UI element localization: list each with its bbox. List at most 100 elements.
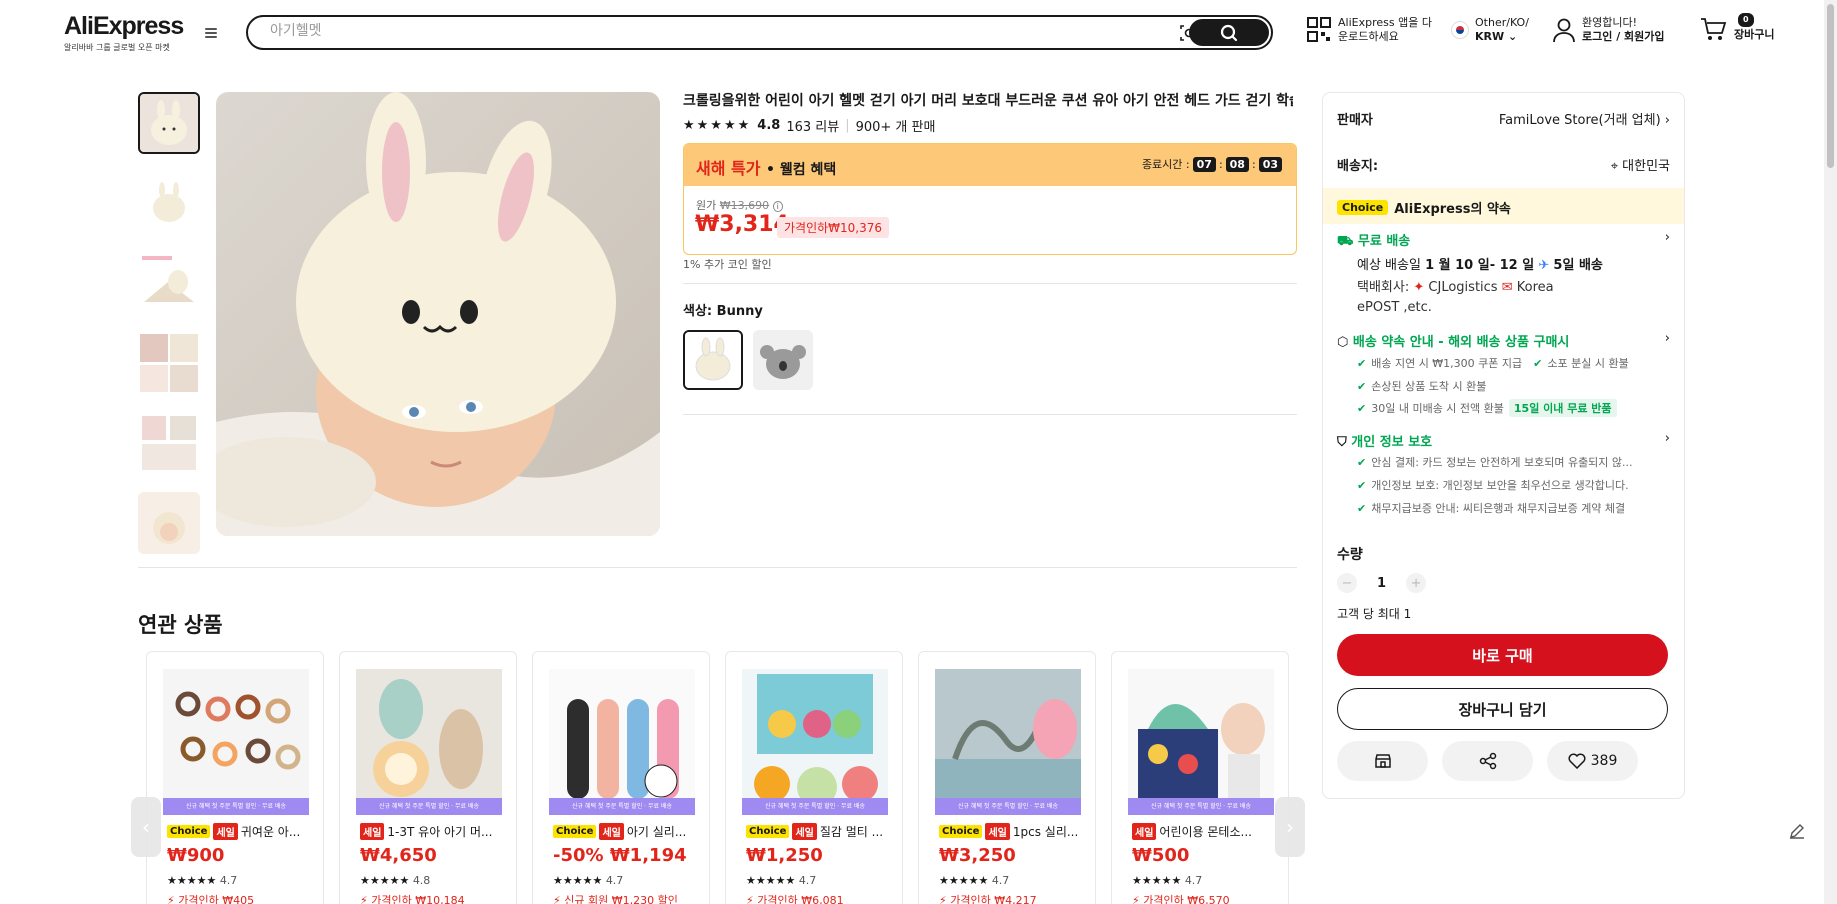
share-button[interactable]	[1442, 741, 1533, 781]
free-return-tag: 15일 이내 무료 반품	[1508, 399, 1617, 417]
related-product-card[interactable]: 신규 혜택 첫 주문 특별 할인 · 무료 배송 세일 어린이용 몬테소... ₩…	[1111, 651, 1289, 904]
shield-check-icon: ⛉	[1337, 435, 1347, 450]
review-count[interactable]: 163 리뷰	[786, 116, 839, 135]
search-icon	[1220, 24, 1238, 41]
timer-hours: 07	[1192, 156, 1216, 172]
related-products-title: 연관 상품	[138, 613, 223, 637]
product-title: 크롤링을위한 어린이 아기 헬멧 걷기 아기 머리 보호대 부드러운 쿠션 유아…	[683, 93, 1293, 109]
welcome-text: 환영합니다!	[1582, 16, 1638, 29]
cart-label: 장바구니	[1734, 28, 1775, 41]
carousel-prev-button[interactable]: ‹	[131, 797, 161, 857]
timer-minutes: 08	[1225, 156, 1249, 172]
thumbnail-4[interactable]	[138, 332, 200, 394]
product-price: ₩3,250	[939, 845, 1016, 866]
promo-subtitle: • 웰컴 혜택	[766, 162, 837, 178]
related-product-card[interactable]: 신규 혜택 첫 주문 특별 할인 · 무료 배송 Choice 세일 귀여운 아..…	[146, 651, 324, 904]
product-name: 세일 어린이용 몬테소...	[1132, 823, 1278, 840]
add-to-cart-button[interactable]: 장바구니 담기	[1337, 688, 1668, 730]
app-line2: 운로드하세요	[1338, 30, 1399, 43]
product-name: Choice 세일 질감 멀티 ...	[746, 823, 892, 840]
timer-label: 종료시간 :	[1141, 158, 1190, 171]
promo-title: 새해 특가	[696, 159, 761, 178]
choice-badge: Choice	[1337, 200, 1389, 215]
sold-count: 900+ 개 판매	[855, 120, 936, 135]
main-product-image[interactable]	[216, 92, 660, 536]
color-value: Bunny	[716, 304, 763, 319]
rating-row[interactable]: ★★★★★ 4.8 163 리뷰 | 900+ 개 판매	[683, 116, 935, 135]
minus-button[interactable]: −	[1337, 573, 1357, 593]
thumbnail-1[interactable]	[138, 92, 200, 154]
product-rating: ★★★★★ 4.7	[746, 874, 817, 887]
app-line1: AliExpress 앱을 다	[1338, 16, 1432, 29]
locale-selector[interactable]: Other/KO/KRW ⌄	[1451, 16, 1529, 44]
free-shipping-row[interactable]: ⛟ 무료 배송 ›	[1337, 230, 1670, 251]
privacy-item: ✔ 채무지급보증 안내: 씨티은행과 채무지급보증 계약 체결	[1357, 501, 1626, 516]
product-discount: ⚡ 가격인하 ₩4,217	[939, 894, 1037, 904]
seller-row[interactable]: 판매자 FamiLove Store(거래 업체) ›	[1337, 109, 1670, 128]
related-product-card[interactable]: 신규 혜택 첫 주문 특별 할인 · 무료 배송 세일 1-3T 유아 아기 머.…	[339, 651, 517, 904]
product-discount: ⚡ 가격인하 ₩405	[167, 894, 255, 904]
coin-discount: 1% 추가 코인 할인	[683, 258, 772, 271]
qr-code-icon	[1307, 17, 1331, 42]
location-pin-icon: ⌖	[1610, 159, 1619, 174]
ship-to-value[interactable]: ⌖ 대한민국	[1611, 155, 1670, 174]
related-product-card[interactable]: 신규 혜택 첫 주문 특별 할인 · 무료 배송 Choice 세일 아기 실리..…	[532, 651, 710, 904]
scrollbar[interactable]	[1824, 0, 1837, 904]
app-download[interactable]: AliExpress 앱을 다 운로드하세요	[1306, 16, 1432, 44]
buy-now-button[interactable]: 바로 구매	[1337, 634, 1668, 676]
edit-icon[interactable]	[1788, 822, 1806, 844]
ship-to-row[interactable]: 배송지: ⌖ 대한민국	[1337, 155, 1670, 174]
product-name: Choice 세일 1pcs 실리...	[939, 823, 1085, 840]
cart-button[interactable]: 0 장바구니	[1700, 13, 1775, 42]
logo-subtitle: 알리바바 그룹 글로벌 오픈 마켓	[64, 43, 170, 52]
promo-banner: 신규 혜택 첫 주문 특별 할인 · 무료 배송	[742, 798, 888, 815]
related-product-card[interactable]: 신규 혜택 첫 주문 특별 할인 · 무료 배송 Choice 세일 1pcs 실리…	[918, 651, 1096, 904]
delivery-guarantee-row[interactable]: ⬡ 배송 약속 안내 - 해외 배송 상품 구매시 ›	[1337, 331, 1670, 350]
plus-button[interactable]: +	[1406, 573, 1427, 593]
info-icon[interactable]: i	[772, 201, 783, 212]
product-rating: ★★★★★ 4.7	[1132, 874, 1203, 887]
menu-icon[interactable]	[203, 26, 219, 40]
chevron-right-icon: ›	[1664, 331, 1670, 346]
scrollbar-thumb[interactable]	[1827, 4, 1834, 168]
price-drop-badge: 가격인하₩10,376	[777, 217, 890, 238]
thumbnail-3[interactable]	[138, 252, 200, 314]
carousel-next-button[interactable]: ›	[1275, 797, 1305, 857]
wishlist-count: 389	[1590, 753, 1618, 769]
store-button[interactable]	[1337, 741, 1428, 781]
color-swatch-koala[interactable]	[753, 330, 813, 390]
related-product-card[interactable]: 신규 혜택 첫 주문 특별 할인 · 무료 배송 Choice 세일 질감 멀티 .…	[725, 651, 903, 904]
product-discount: ⚡ 신규 회원 ₩1,230 할인	[553, 894, 678, 904]
search-input[interactable]	[270, 23, 1170, 39]
quantity-value[interactable]: 1	[1377, 576, 1386, 591]
product-price: ₩900	[167, 845, 225, 866]
promo-banner: 신규 혜택 첫 주문 특별 할인 · 무료 배송	[163, 798, 309, 815]
purchase-panel: 판매자 FamiLove Store(거래 업체) › 배송지: ⌖ 대한민국 …	[1322, 92, 1685, 799]
search-button[interactable]	[1189, 19, 1269, 46]
product-discount: ⚡ 가격인하 ₩6,081	[746, 894, 844, 904]
product-rating: ★★★★★ 4.7	[167, 874, 238, 887]
color-swatch-bunny[interactable]	[683, 330, 743, 390]
promo-banner: 신규 혜택 첫 주문 특별 할인 · 무료 배송	[549, 798, 695, 815]
store-icon	[1374, 754, 1391, 768]
seller-name[interactable]: FamiLove Store(거래 업체) ›	[1499, 109, 1670, 128]
login-signup-link[interactable]: 로그인 / 회원가입	[1582, 30, 1665, 44]
divider	[683, 414, 1297, 415]
wishlist-button[interactable]: 389	[1547, 741, 1638, 781]
product-name: Choice 세일 귀여운 아...	[167, 823, 313, 840]
thumbnail-5[interactable]	[138, 412, 200, 474]
chevron-right-icon: ›	[1286, 815, 1294, 839]
promo-banner: 신규 혜택 첫 주문 특별 할인 · 무료 배송	[1128, 798, 1274, 815]
locale-line1: Other/KO/	[1475, 16, 1529, 29]
account-menu[interactable]: 환영합니다! 로그인 / 회원가입	[1552, 16, 1665, 44]
aliexpress-logo[interactable]: AliExpress 알리바바 그룹 글로벌 오픈 마켓	[64, 12, 184, 53]
share-icon	[1479, 752, 1496, 770]
privacy-row[interactable]: ⛉ 개인 정보 보호 ›	[1337, 431, 1670, 450]
product-name: Choice 세일 아기 실리...	[553, 823, 699, 840]
thumbnail-2[interactable]	[138, 172, 200, 234]
delivery-estimate: 예상 배송일 1 월 10 일- 12 일 ✈ 5일 배송	[1357, 258, 1603, 273]
product-discount: ⚡ 가격인하 ₩6,570	[1132, 894, 1230, 904]
thumbnail-6[interactable]	[138, 492, 200, 554]
ship-to-label: 배송지:	[1337, 159, 1379, 174]
chevron-right-icon: ›	[1664, 431, 1670, 446]
